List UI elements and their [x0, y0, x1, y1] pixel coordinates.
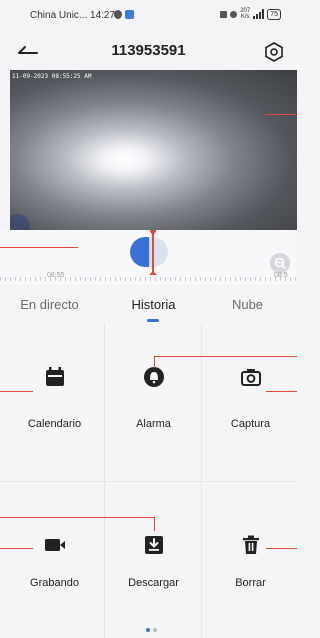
- network-speed: 207 K/s: [240, 8, 250, 20]
- status-carrier-time: China Unic... 14:27: [30, 10, 115, 21]
- settings-hexagon-icon[interactable]: [263, 41, 285, 63]
- alarm-label: Alarma: [136, 418, 171, 430]
- calendar-button[interactable]: Calendario: [5, 323, 104, 480]
- capture-label: Captura: [230, 418, 271, 430]
- timeline-ticks: [0, 277, 297, 281]
- video-timestamp: 11-09-2023 08:55:25 AM: [12, 73, 92, 80]
- tab-en-directo[interactable]: En directo: [0, 297, 99, 312]
- app-notification-icon: [125, 10, 134, 19]
- playback-timeline[interactable]: 08:55 08:5: [0, 230, 297, 285]
- annotation-line: [154, 356, 155, 368]
- timeline-scrubber[interactable]: [130, 237, 168, 267]
- actions-grid: Calendario Alarma Captura Grabando Desca…: [0, 323, 297, 638]
- annotation-line: [266, 548, 297, 549]
- download-icon: [144, 536, 163, 554]
- bell-icon: [143, 367, 164, 387]
- zoom-icon[interactable]: [270, 253, 290, 273]
- alarm-button[interactable]: Alarma: [104, 323, 203, 480]
- clock: 14:27: [90, 10, 116, 21]
- delete-label: Borrar: [235, 577, 266, 589]
- page-indicator: [146, 628, 157, 632]
- speed-unit: K/s: [240, 14, 250, 20]
- signal-icon: [253, 9, 265, 19]
- scrubber-fill: [130, 237, 149, 267]
- notification-icons: [114, 10, 134, 19]
- video-camera-icon: [44, 539, 65, 551]
- calendar-label: Calendario: [27, 418, 82, 430]
- carrier-name: China Unic...: [30, 10, 88, 21]
- download-label: Descargar: [128, 577, 179, 589]
- record-button[interactable]: Grabando: [5, 481, 104, 638]
- annotation-line: [0, 548, 33, 549]
- page-dot: [153, 628, 157, 632]
- tab-nube[interactable]: Nube: [198, 297, 297, 312]
- annotation-line: [266, 391, 297, 392]
- annotation-line: [154, 517, 155, 531]
- capture-button[interactable]: Captura: [201, 323, 300, 480]
- notification-icon: [114, 10, 122, 19]
- tab-historia[interactable]: Historia: [104, 297, 203, 312]
- delete-button[interactable]: Borrar: [201, 481, 300, 638]
- camera-video-feed[interactable]: 11-09-2023 08:55:25 AM: [10, 70, 297, 230]
- time-cursor: [152, 230, 154, 274]
- camera-icon: [240, 369, 261, 386]
- page-title: 113953591: [111, 42, 186, 59]
- mode-tabs: En directo Historia Nube: [0, 285, 297, 323]
- download-button[interactable]: Descargar: [104, 481, 203, 638]
- corner-overlay-icon: [10, 214, 30, 230]
- status-right: 207 K/s 75: [220, 8, 281, 20]
- active-tab-indicator: [147, 319, 159, 322]
- vibrate-icon: [220, 10, 228, 18]
- app-header: 113953591: [0, 32, 297, 70]
- annotation-line: [154, 356, 297, 357]
- annotation-line: [0, 247, 78, 248]
- annotation-line: [265, 114, 297, 115]
- status-bar: China Unic... 14:27 207 K/s 75: [0, 0, 297, 32]
- time-cursor-cap: [150, 230, 156, 234]
- annotation-line: [0, 517, 154, 518]
- trash-icon: [242, 535, 259, 554]
- time-cursor-marker: [149, 271, 157, 275]
- battery-icon: 75: [267, 8, 281, 20]
- calendar-icon: [45, 367, 64, 386]
- annotation-line: [0, 391, 33, 392]
- page-dot-active: [146, 628, 150, 632]
- record-label: Grabando: [30, 577, 79, 589]
- mute-icon: [230, 10, 238, 18]
